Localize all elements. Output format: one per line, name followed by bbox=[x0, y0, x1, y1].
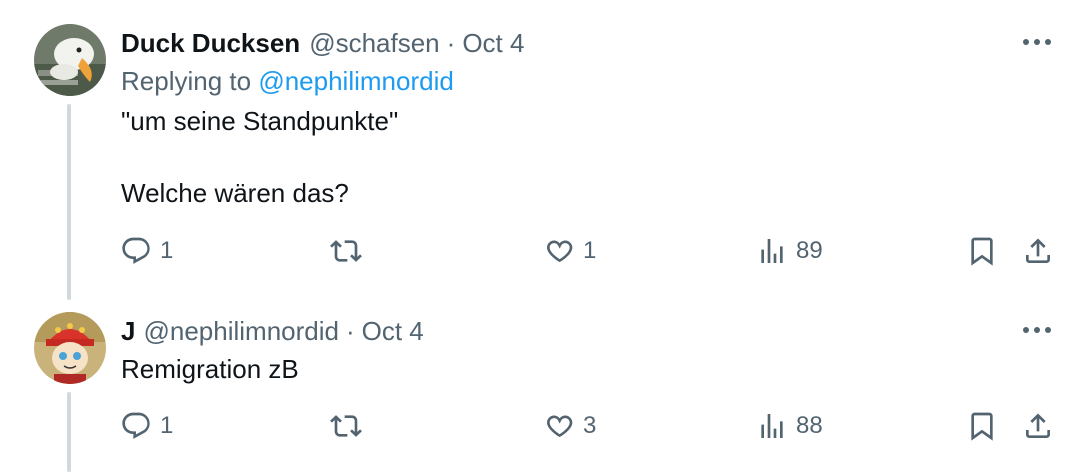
handle[interactable]: @schafsen bbox=[309, 28, 439, 59]
repost-button[interactable] bbox=[330, 410, 370, 442]
repost-button[interactable] bbox=[330, 235, 370, 267]
separator-dot: · bbox=[446, 28, 456, 58]
views-button[interactable]: 88 bbox=[756, 410, 823, 442]
reply-icon bbox=[120, 235, 152, 267]
tweet[interactable]: Duck Ducksen @schafsen · Oct 4 Replying … bbox=[0, 0, 1084, 300]
more-options-button[interactable] bbox=[1020, 320, 1054, 340]
bookmark-button[interactable] bbox=[966, 235, 998, 267]
tweet-header: J @nephilimnordid · Oct 4 bbox=[121, 316, 424, 347]
bookmark-icon bbox=[966, 235, 998, 267]
tweet-text-line: Welche wären das? bbox=[121, 178, 349, 208]
duck-avatar-image bbox=[34, 24, 106, 96]
replying-to: Replying to @nephilimnordid bbox=[121, 66, 454, 97]
more-options-button[interactable] bbox=[1020, 32, 1054, 52]
bookmark-button[interactable] bbox=[966, 410, 998, 442]
repost-icon bbox=[330, 410, 362, 442]
more-icon bbox=[1023, 39, 1029, 45]
more-icon bbox=[1023, 327, 1029, 333]
like-button[interactable]: 3 bbox=[543, 410, 596, 442]
views-icon bbox=[756, 410, 788, 442]
more-icon-dot bbox=[1034, 327, 1040, 333]
tweet-text-line: Remigration zB bbox=[121, 354, 299, 384]
share-icon bbox=[1022, 235, 1054, 267]
reply-count: 1 bbox=[160, 237, 174, 264]
reply-count: 1 bbox=[160, 412, 174, 439]
display-name[interactable]: Duck Ducksen bbox=[121, 28, 300, 59]
views-count: 89 bbox=[796, 237, 823, 264]
like-icon bbox=[543, 235, 575, 267]
share-icon bbox=[1022, 410, 1054, 442]
timestamp[interactable]: Oct 4 bbox=[362, 316, 424, 347]
views-button[interactable]: 89 bbox=[756, 235, 823, 267]
repost-icon bbox=[330, 235, 362, 267]
reply-icon bbox=[120, 410, 152, 442]
views-count: 88 bbox=[796, 412, 823, 439]
replying-to-link[interactable]: @nephilimnordid bbox=[258, 66, 454, 96]
avatar[interactable] bbox=[34, 24, 106, 96]
share-button[interactable] bbox=[1022, 410, 1054, 442]
reply-button[interactable]: 1 bbox=[120, 410, 173, 442]
action-bar: 1 3 88 bbox=[0, 410, 1084, 444]
tweet-header: Duck Ducksen @schafsen · Oct 4 bbox=[121, 28, 524, 59]
tweet-text-line: "um seine Standpunkte" bbox=[121, 106, 399, 136]
replying-prefix: Replying to bbox=[121, 66, 259, 96]
more-icon-dot bbox=[1045, 327, 1051, 333]
timestamp[interactable]: Oct 4 bbox=[462, 28, 524, 59]
action-bar: 1 1 89 bbox=[0, 235, 1084, 269]
share-button[interactable] bbox=[1022, 235, 1054, 267]
tweet[interactable]: J @nephilimnordid · Oct 4 Remigration zB… bbox=[0, 300, 1084, 472]
handle[interactable]: @nephilimnordid bbox=[143, 316, 339, 347]
display-name[interactable]: J bbox=[121, 316, 135, 347]
avatar[interactable] bbox=[34, 312, 106, 384]
like-count: 1 bbox=[583, 237, 597, 264]
more-icon-dot bbox=[1034, 39, 1040, 45]
reply-button[interactable]: 1 bbox=[120, 235, 173, 267]
more-icon-dot bbox=[1045, 39, 1051, 45]
like-icon bbox=[543, 410, 575, 442]
views-icon bbox=[756, 235, 788, 267]
like-count: 3 bbox=[583, 412, 597, 439]
like-button[interactable]: 1 bbox=[543, 235, 596, 267]
separator-dot: · bbox=[345, 316, 355, 346]
bookmark-icon bbox=[966, 410, 998, 442]
character-avatar-image bbox=[34, 312, 106, 384]
